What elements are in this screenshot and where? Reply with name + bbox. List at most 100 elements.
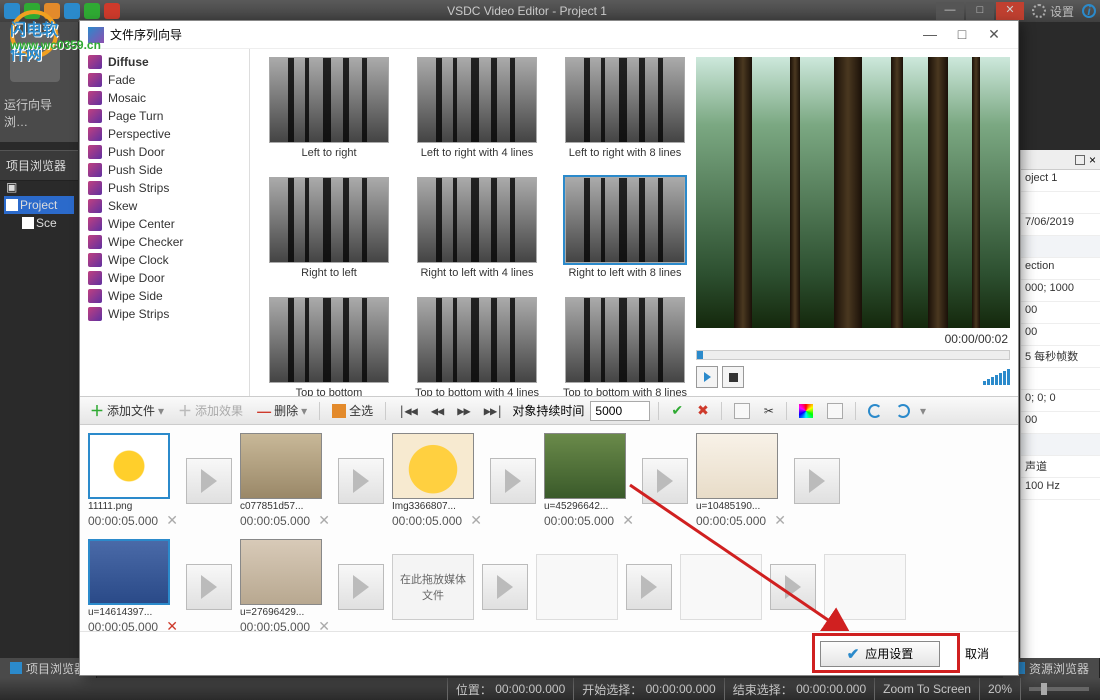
play-button[interactable] bbox=[696, 366, 718, 388]
property-row[interactable]: 声道 bbox=[1021, 456, 1100, 478]
effect-item-push-door[interactable]: Push Door bbox=[80, 143, 249, 161]
wizard-tool-icon[interactable] bbox=[10, 32, 60, 82]
transition-effect-list[interactable]: DiffuseFadeMosaicPage TurnPerspectivePus… bbox=[80, 49, 250, 396]
info-icon[interactable]: i bbox=[1082, 4, 1096, 18]
storyboard-clip[interactable]: Img3366807...00:00:05.000✕ bbox=[392, 433, 482, 529]
preview-video[interactable] bbox=[696, 57, 1010, 328]
nav-first-button[interactable]: |◀◀ bbox=[394, 402, 421, 420]
volume-indicator[interactable] bbox=[983, 369, 1010, 385]
property-row[interactable]: 00 bbox=[1021, 302, 1100, 324]
empty-slot[interactable] bbox=[680, 554, 762, 620]
transition-thumbnail[interactable]: Top to bottom with 4 lines bbox=[406, 297, 548, 396]
property-row[interactable]: 100 Hz bbox=[1021, 478, 1100, 500]
clip-delete-icon[interactable]: ✕ bbox=[470, 512, 482, 529]
effect-item-mosaic[interactable]: Mosaic bbox=[80, 89, 249, 107]
add-effect-button[interactable]: ＋添加效果 bbox=[174, 399, 247, 423]
effect-item-push-side[interactable]: Push Side bbox=[80, 161, 249, 179]
qa-icon-1[interactable] bbox=[4, 3, 20, 19]
property-row[interactable] bbox=[1021, 434, 1100, 456]
reject-button[interactable]: ✖ bbox=[693, 400, 713, 421]
select-all-button[interactable]: 全选 bbox=[328, 400, 377, 421]
dialog-maximize[interactable]: □ bbox=[946, 23, 978, 47]
minimize-button[interactable]: — bbox=[936, 2, 964, 20]
drop-placeholder[interactable]: 在此拖放媒体文件 bbox=[392, 554, 474, 620]
panel-close-icon[interactable]: × bbox=[1089, 153, 1096, 167]
clip-delete-icon[interactable]: ✕ bbox=[166, 618, 178, 631]
effect-item-diffuse[interactable]: Diffuse bbox=[80, 53, 249, 71]
property-row[interactable]: 00 bbox=[1021, 324, 1100, 346]
close-button[interactable]: ✕ bbox=[996, 2, 1024, 20]
crop-button[interactable] bbox=[730, 401, 754, 421]
settings-link[interactable]: 设置 bbox=[1024, 3, 1082, 20]
property-row[interactable]: 0; 0; 0 bbox=[1021, 390, 1100, 412]
duration-input[interactable] bbox=[590, 401, 650, 421]
stop-button[interactable] bbox=[722, 366, 744, 388]
property-row[interactable] bbox=[1021, 368, 1100, 390]
color-button[interactable] bbox=[795, 402, 817, 420]
confirm-button[interactable]: ✔ bbox=[667, 400, 687, 421]
transition-slot[interactable] bbox=[770, 564, 816, 610]
qa-icon-6[interactable] bbox=[104, 3, 120, 19]
transition-slot[interactable] bbox=[338, 458, 384, 504]
status-zoom[interactable]: Zoom To Screen bbox=[874, 678, 979, 700]
transition-thumbnail[interactable]: Top to bottom with 8 lines bbox=[554, 297, 688, 396]
transition-thumbnail[interactable]: Right to left with 4 lines bbox=[406, 177, 548, 295]
property-row[interactable]: oject 1 bbox=[1021, 170, 1100, 192]
qa-icon-2[interactable] bbox=[24, 3, 40, 19]
transition-thumbnail[interactable]: Right to left with 8 lines bbox=[554, 177, 688, 295]
redo-button[interactable] bbox=[892, 402, 914, 420]
transition-slot[interactable] bbox=[626, 564, 672, 610]
clip-delete-icon[interactable]: ✕ bbox=[622, 512, 634, 529]
transition-thumbnail[interactable]: Right to left bbox=[258, 177, 400, 295]
effect-item-wipe-strips[interactable]: Wipe Strips bbox=[80, 305, 249, 323]
effect-item-page-turn[interactable]: Page Turn bbox=[80, 107, 249, 125]
nav-last-button[interactable]: ▶▶| bbox=[480, 402, 507, 420]
transition-slot[interactable] bbox=[794, 458, 840, 504]
tree-expand[interactable]: ▣ bbox=[4, 178, 74, 196]
storyboard-clip[interactable]: u=14614397...00:00:05.000✕ bbox=[88, 539, 178, 631]
nav-prev-button[interactable]: ◀◀ bbox=[427, 402, 447, 420]
dialog-titlebar[interactable]: 文件序列向导 — □ ✕ bbox=[80, 21, 1018, 49]
dialog-minimize[interactable]: — bbox=[914, 23, 946, 47]
transition-slot[interactable] bbox=[186, 564, 232, 610]
nav-next-button[interactable]: ▶▶ bbox=[453, 402, 473, 420]
clip-delete-icon[interactable]: ✕ bbox=[318, 512, 330, 529]
property-row[interactable]: 000; 1000 bbox=[1021, 280, 1100, 302]
effect-item-push-strips[interactable]: Push Strips bbox=[80, 179, 249, 197]
storyboard-clip[interactable]: u=27696429...00:00:05.000✕ bbox=[240, 539, 330, 631]
status-zoom-slider[interactable] bbox=[1020, 678, 1100, 700]
effect-item-wipe-door[interactable]: Wipe Door bbox=[80, 269, 249, 287]
storyboard-clip[interactable]: c077851d57...00:00:05.000✕ bbox=[240, 433, 330, 529]
undo-button[interactable] bbox=[864, 402, 886, 420]
qa-icon-3[interactable] bbox=[44, 3, 60, 19]
clip-delete-icon[interactable]: ✕ bbox=[318, 618, 330, 631]
add-file-button[interactable]: ＋添加文件▾ bbox=[86, 399, 168, 423]
property-row[interactable]: ection bbox=[1021, 258, 1100, 280]
transition-slot[interactable] bbox=[186, 458, 232, 504]
storyboard-clip[interactable]: u=10485190...00:00:05.000✕ bbox=[696, 433, 786, 529]
apply-settings-button[interactable]: ✔ 应用设置 bbox=[820, 641, 940, 667]
effect-item-wipe-center[interactable]: Wipe Center bbox=[80, 215, 249, 233]
transition-slot[interactable] bbox=[490, 458, 536, 504]
qa-icon-4[interactable] bbox=[64, 3, 80, 19]
transition-thumbnail[interactable]: Top to bottom bbox=[258, 297, 400, 396]
transition-thumbnail[interactable]: Left to right with 4 lines bbox=[406, 57, 548, 175]
clip-delete-icon[interactable]: ✕ bbox=[774, 512, 786, 529]
tree-node-scene[interactable]: Sce bbox=[4, 214, 74, 232]
qa-icon-5[interactable] bbox=[84, 3, 100, 19]
cancel-button[interactable]: 取消 bbox=[952, 641, 1002, 667]
property-row[interactable] bbox=[1021, 236, 1100, 258]
dialog-close[interactable]: ✕ bbox=[978, 23, 1010, 47]
transition-slot[interactable] bbox=[482, 564, 528, 610]
clip-delete-icon[interactable]: ✕ bbox=[166, 512, 178, 529]
effect-item-fade[interactable]: Fade bbox=[80, 71, 249, 89]
properties-button[interactable] bbox=[823, 401, 847, 421]
pin-icon[interactable] bbox=[1075, 155, 1085, 165]
empty-slot[interactable] bbox=[824, 554, 906, 620]
preview-seekbar[interactable] bbox=[696, 350, 1010, 360]
delete-button[interactable]: —删除▾ bbox=[253, 400, 311, 421]
effect-item-wipe-checker[interactable]: Wipe Checker bbox=[80, 233, 249, 251]
effect-item-wipe-clock[interactable]: Wipe Clock bbox=[80, 251, 249, 269]
cut-button[interactable]: ✂ bbox=[760, 402, 778, 420]
property-row[interactable]: 5 每秒帧数 bbox=[1021, 346, 1100, 368]
